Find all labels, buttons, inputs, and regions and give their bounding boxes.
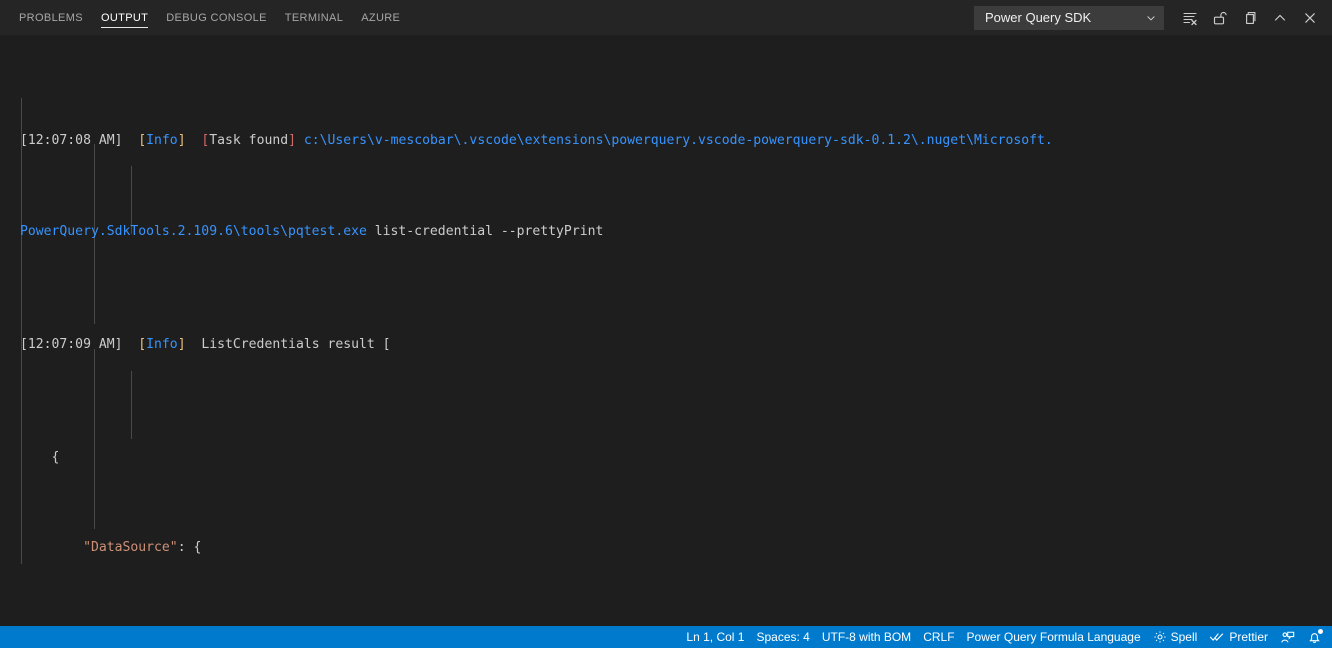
- tab-azure[interactable]: AZURE: [352, 0, 409, 35]
- tab-output[interactable]: OUTPUT: [92, 0, 157, 35]
- close-icon: [1302, 10, 1318, 26]
- log-command-args: list-credential --prettyPrint: [366, 223, 604, 239]
- log-timestamp: [12:07:08 AM]: [20, 133, 123, 149]
- json-line: {: [20, 447, 1332, 470]
- open-in-editor-button[interactable]: [1236, 6, 1264, 30]
- panel-tab-list: PROBLEMS OUTPUT DEBUG CONSOLE TERMINAL A…: [10, 0, 409, 35]
- double-check-icon: [1209, 630, 1225, 644]
- log-timestamp: [12:07:09 AM]: [20, 336, 123, 352]
- panel-header: PROBLEMS OUTPUT DEBUG CONSOLE TERMINAL A…: [0, 0, 1332, 35]
- vscode-panel-window: PROBLEMS OUTPUT DEBUG CONSOLE TERMINAL A…: [0, 0, 1332, 648]
- status-label: CRLF: [923, 630, 955, 644]
- log-line-continued: PowerQuery.SdkTools.2.109.6\tools\pqtest…: [20, 221, 1332, 244]
- log-tag-bracket-close: ]: [288, 133, 296, 149]
- split-editor-icon: [1242, 10, 1258, 26]
- status-encoding[interactable]: UTF-8 with BOM: [816, 626, 917, 648]
- clear-output-button[interactable]: [1176, 6, 1204, 30]
- tab-label: DEBUG CONSOLE: [166, 11, 267, 24]
- status-eol[interactable]: CRLF: [917, 626, 960, 648]
- gear-icon: [1153, 630, 1167, 644]
- notification-badge-dot: [1318, 628, 1323, 634]
- log-message: ListCredentials result [: [201, 336, 391, 352]
- tab-problems[interactable]: PROBLEMS: [10, 0, 92, 35]
- status-feedback[interactable]: [1274, 626, 1301, 648]
- status-prettier[interactable]: Prettier: [1203, 626, 1274, 648]
- log-tag: Task found: [209, 133, 289, 149]
- status-spell-checker[interactable]: Spell: [1147, 626, 1204, 648]
- status-label: Prettier: [1229, 630, 1268, 644]
- status-bar-right: Ln 1, Col 1 Spaces: 4 UTF-8 with BOM CRL…: [680, 626, 1328, 648]
- close-panel-button[interactable]: [1296, 6, 1324, 30]
- log-level-bracket-open: [: [138, 336, 147, 352]
- status-label: UTF-8 with BOM: [821, 630, 912, 644]
- chevron-down-icon: [1145, 12, 1157, 24]
- log-line: [12:07:08 AM] [Info] [Task found] c:\Use…: [20, 130, 1332, 153]
- tab-label: OUTPUT: [100, 11, 149, 24]
- maximize-panel-button[interactable]: [1266, 6, 1294, 30]
- status-notifications[interactable]: [1301, 626, 1328, 648]
- clear-output-icon: [1182, 10, 1198, 26]
- json-line: "DataSource": {: [83, 540, 202, 556]
- brace-open: {: [51, 449, 60, 465]
- feedback-person-icon: [1280, 630, 1295, 645]
- log-path-part2[interactable]: PowerQuery.SdkTools.2.109.6\tools\pqtest…: [20, 224, 367, 239]
- tab-label: PROBLEMS: [19, 11, 83, 24]
- log-level-bracket-close: ]: [177, 133, 186, 149]
- tab-label: TERMINAL: [284, 11, 344, 24]
- status-label: Spell: [1170, 630, 1198, 644]
- lock-scroll-button[interactable]: [1206, 6, 1234, 30]
- output-view[interactable]: [12:07:08 AM] [Info] [Task found] c:\Use…: [0, 35, 1332, 626]
- tab-debug-console[interactable]: DEBUG CONSOLE: [157, 0, 276, 35]
- chevron-up-icon: [1272, 10, 1288, 26]
- status-label: Spaces: 4: [756, 630, 810, 644]
- status-label: Ln 1, Col 1: [686, 630, 745, 644]
- log-level: Info: [146, 133, 178, 149]
- status-indentation[interactable]: Spaces: 4: [750, 626, 815, 648]
- status-cursor-position[interactable]: Ln 1, Col 1: [680, 626, 750, 648]
- status-language-mode[interactable]: Power Query Formula Language: [961, 626, 1147, 648]
- status-bar: Ln 1, Col 1 Spaces: 4 UTF-8 with BOM CRL…: [0, 626, 1332, 648]
- log-level-bracket-close: ]: [177, 336, 186, 352]
- json-key-datasource: "DataSource": [83, 540, 178, 556]
- unlock-icon: [1212, 10, 1228, 26]
- brace-open: {: [193, 540, 202, 556]
- log-level-bracket-open: [: [138, 133, 147, 149]
- status-label: Power Query Formula Language: [966, 630, 1141, 644]
- tab-terminal[interactable]: TERMINAL: [276, 0, 352, 35]
- panel-actions: Power Query SDK: [974, 0, 1332, 35]
- output-content: [12:07:08 AM] [Info] [Task found] c:\Use…: [0, 40, 1332, 626]
- output-channel-value: Power Query SDK: [985, 10, 1092, 25]
- log-path-part1[interactable]: c:\Users\v-mescobar\.vscode\extensions\p…: [304, 133, 1053, 148]
- log-level: Info: [146, 336, 178, 352]
- output-channel-select[interactable]: Power Query SDK: [974, 5, 1164, 30]
- bell-icon: [1307, 628, 1323, 645]
- log-line: [12:07:09 AM] [Info] ListCredentials res…: [20, 334, 1332, 357]
- tab-label: AZURE: [361, 11, 401, 24]
